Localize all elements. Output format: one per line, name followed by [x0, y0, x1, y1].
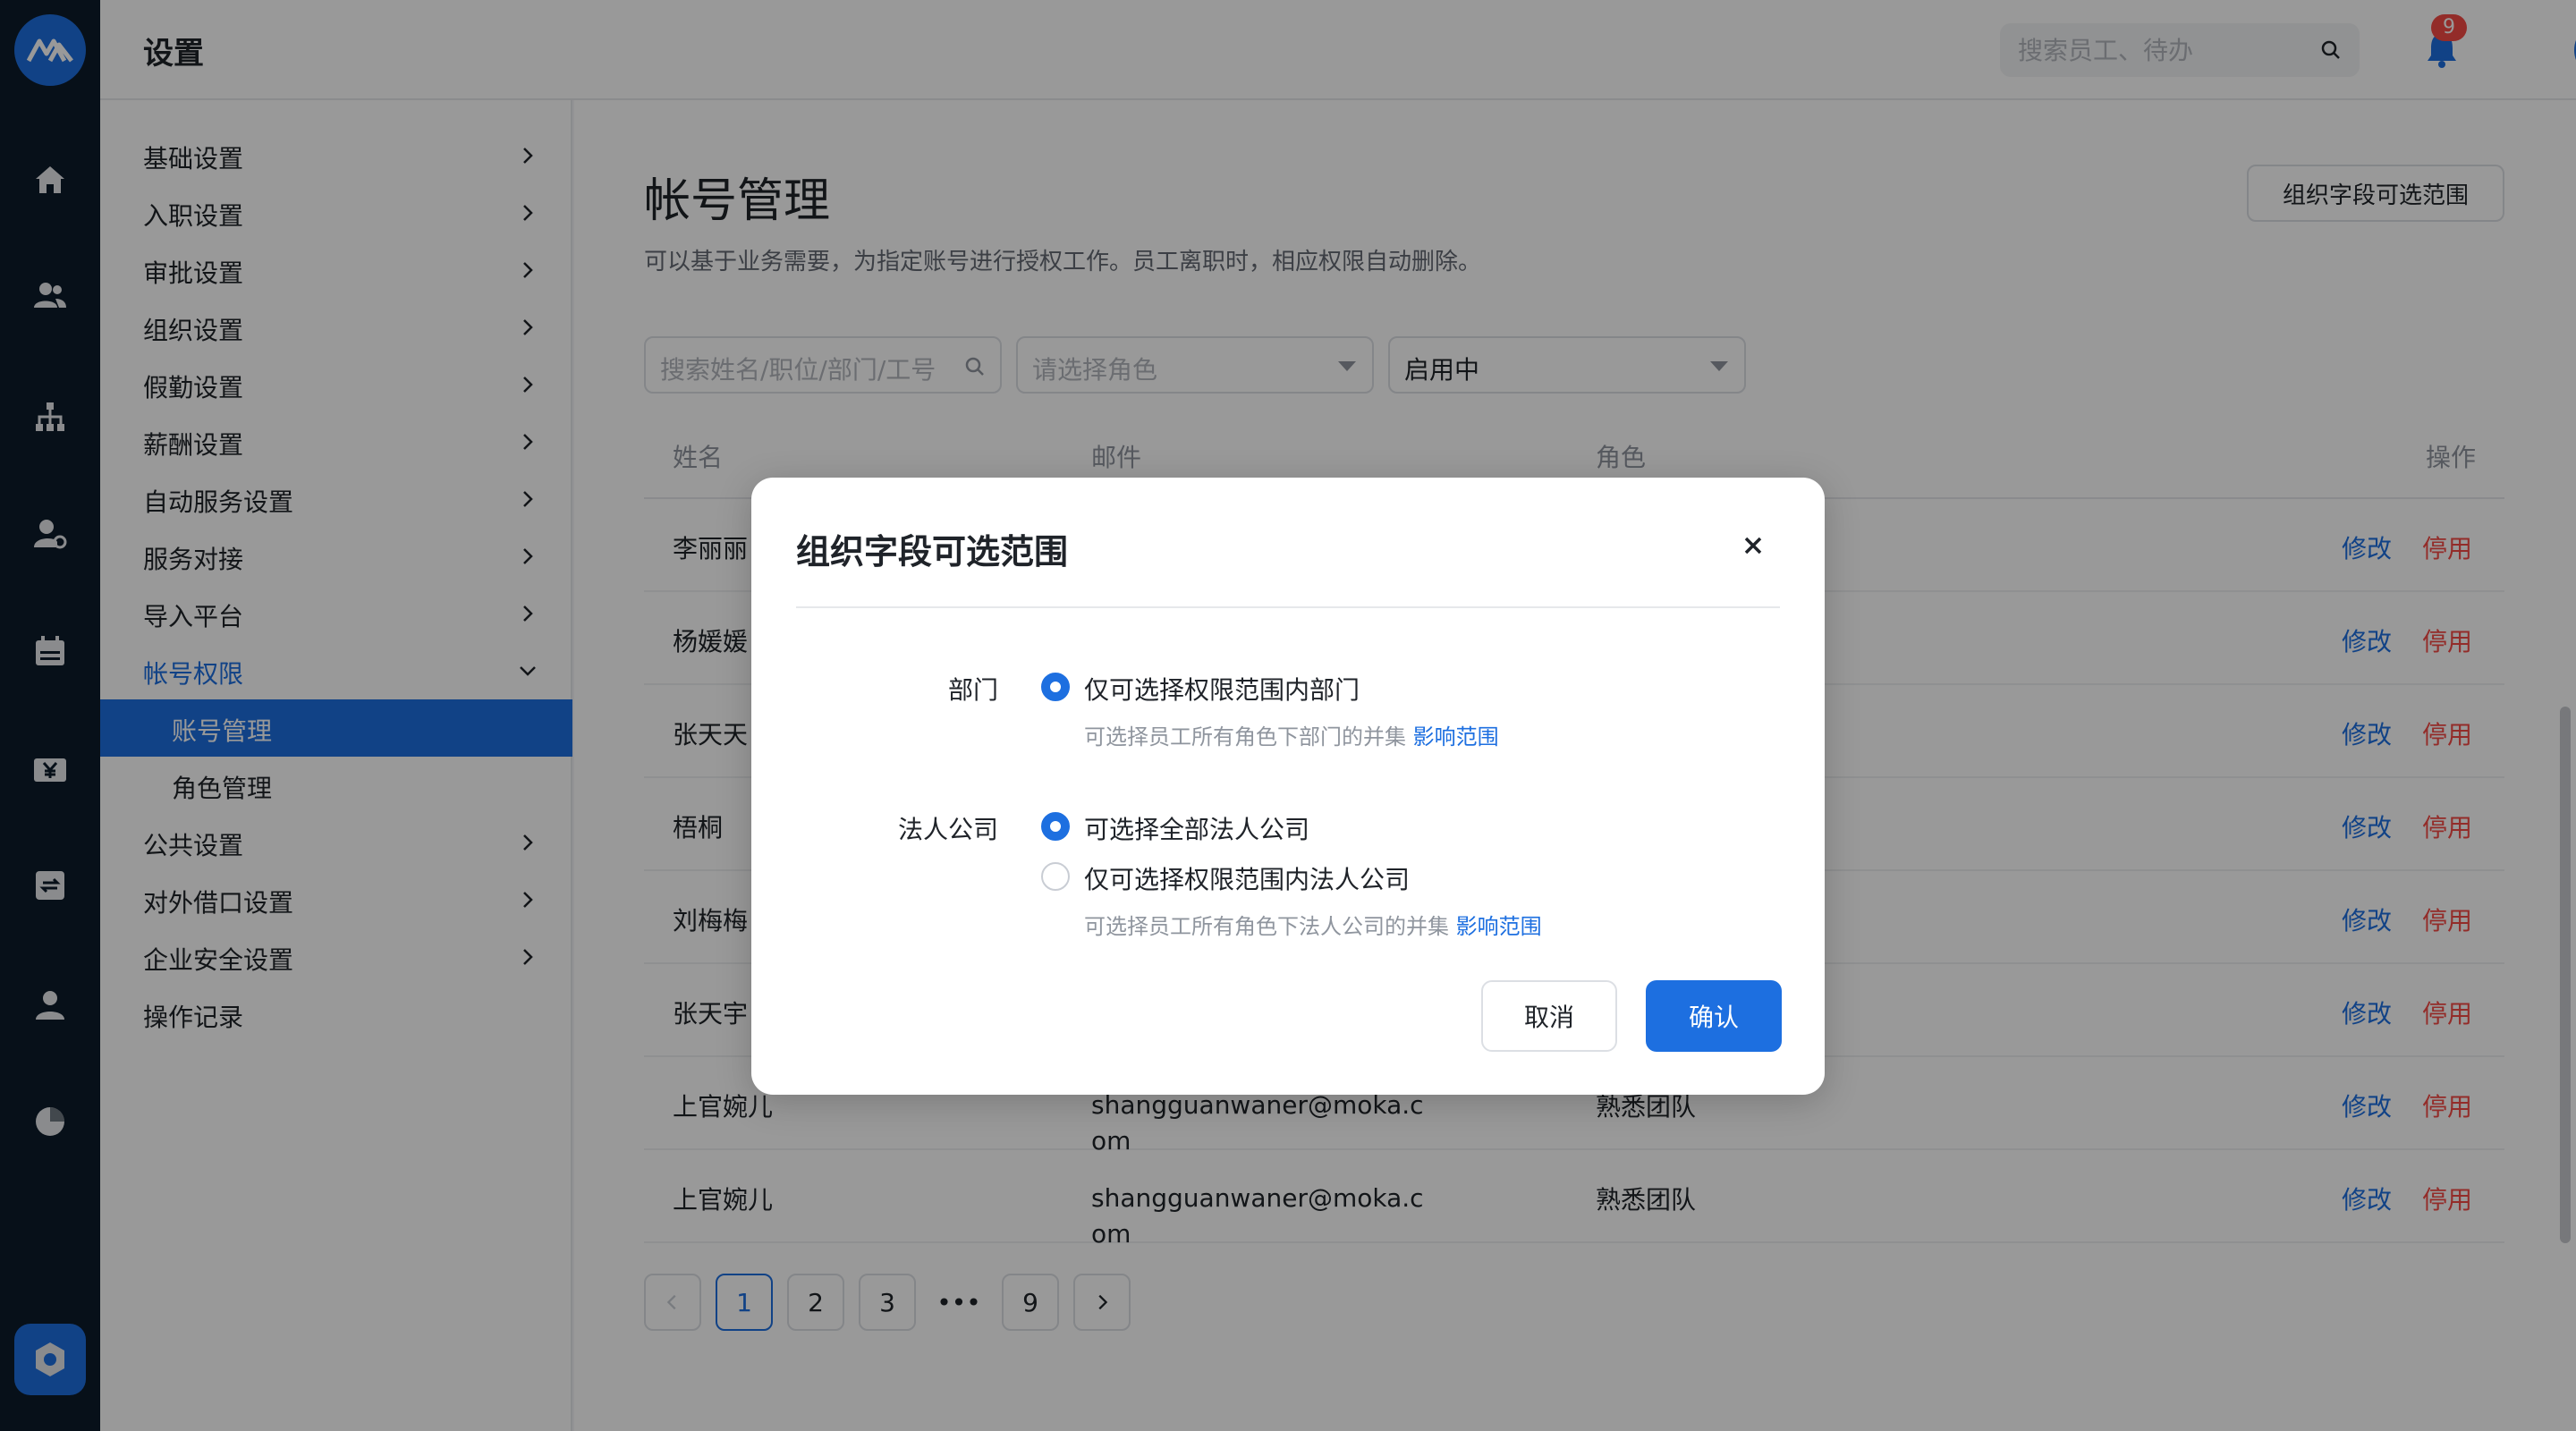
legal-entity-all-label[interactable]: 可选择全部法人公司	[1084, 810, 1309, 846]
dialog-divider	[796, 606, 1780, 608]
department-option-label[interactable]: 仅可选择权限范围内部门	[1084, 671, 1360, 707]
legal-entity-all-radio[interactable]	[1041, 812, 1070, 841]
department-impact-link[interactable]: 影响范围	[1413, 724, 1499, 749]
department-field-label: 部门	[947, 675, 998, 705]
department-hint-text: 可选择员工所有角色下部门的并集	[1084, 724, 1406, 749]
legal-entity-impact-link[interactable]: 影响范围	[1456, 914, 1542, 939]
department-hint: 可选择员工所有角色下部门的并集 影响范围	[1084, 719, 1499, 750]
confirm-button[interactable]: 确认	[1646, 980, 1782, 1052]
close-icon[interactable]	[1735, 528, 1771, 563]
legal-entity-hint-text: 可选择员工所有角色下法人公司的并集	[1084, 914, 1449, 939]
legal-entity-hint: 可选择员工所有角色下法人公司的并集 影响范围	[1084, 909, 1542, 940]
legal-entity-scoped-radio[interactable]	[1041, 862, 1070, 891]
dialog-title: 组织字段可选范围	[796, 532, 1069, 572]
org-field-scope-dialog: 组织字段可选范围 部门 仅可选择权限范围内部门 可选择员工所有角色下部门的并集 …	[751, 478, 1825, 1095]
department-option-radio[interactable]	[1041, 673, 1070, 701]
cancel-button[interactable]: 取消	[1481, 980, 1617, 1052]
legal-entity-field-label: 法人公司	[897, 815, 998, 844]
legal-entity-scoped-label[interactable]: 仅可选择权限范围内法人公司	[1084, 860, 1410, 896]
